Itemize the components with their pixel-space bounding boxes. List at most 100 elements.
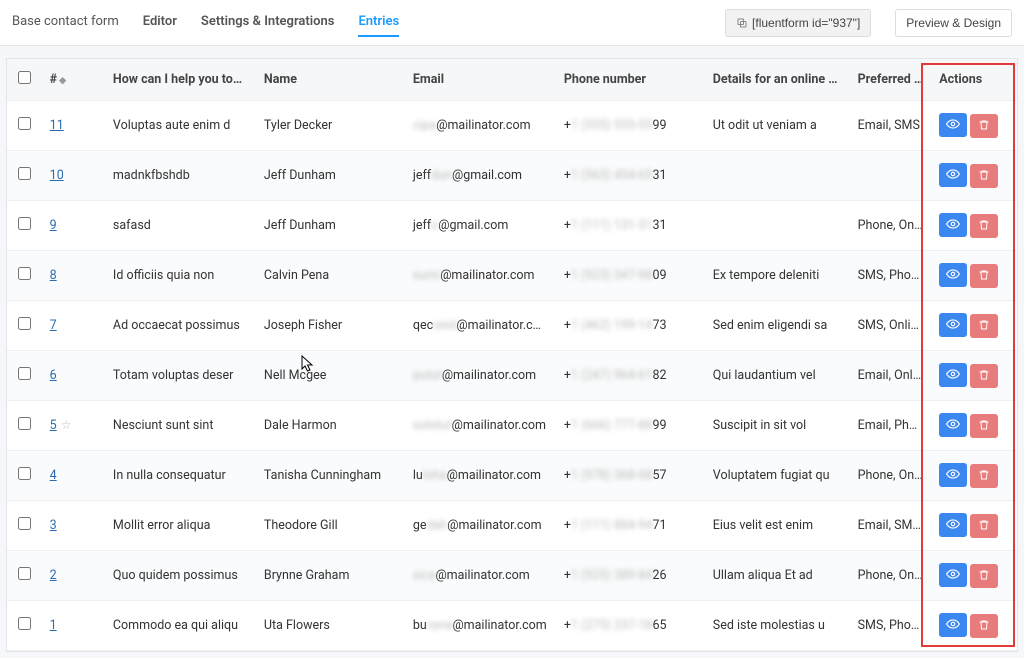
table-row: 1Commodo ea qui aliquUta Flowersbuvyna@m…: [7, 601, 1017, 651]
delete-button[interactable]: [970, 214, 998, 238]
preview-design-button[interactable]: Preview & Design: [895, 9, 1012, 37]
header-id[interactable]: #◆: [42, 59, 105, 101]
cell-help: Mollit error aliqua: [105, 501, 256, 551]
delete-button[interactable]: [970, 114, 998, 138]
entry-id-link[interactable]: 2: [50, 568, 57, 583]
row-checkbox[interactable]: [18, 117, 31, 130]
entry-id-link[interactable]: 5: [50, 418, 57, 433]
phone-suffix: 31: [652, 218, 666, 233]
trash-icon: [978, 319, 990, 334]
email-prefix: bu: [413, 618, 427, 633]
view-button[interactable]: [939, 263, 967, 287]
view-button[interactable]: [939, 113, 967, 137]
view-button[interactable]: [939, 463, 967, 487]
row-checkbox[interactable]: [18, 367, 31, 380]
delete-button[interactable]: [970, 614, 998, 638]
table-row: 8Id officiis quia nonCalvin Penasumi@mai…: [7, 251, 1017, 301]
cell-help: Quo quidem possimus: [105, 551, 256, 601]
view-button[interactable]: [939, 513, 967, 537]
delete-button[interactable]: [970, 564, 998, 588]
cell-preferred: SMS, Phone, O: [850, 601, 932, 651]
entry-id-link[interactable]: 7: [50, 318, 57, 333]
phone-blurred: 1 (111) 884-94: [571, 518, 653, 533]
row-checkbox[interactable]: [18, 217, 31, 230]
cell-preferred: Phone, Online c: [850, 551, 932, 601]
delete-button[interactable]: [970, 414, 998, 438]
eye-icon: [946, 267, 960, 284]
email-suffix: @mailinator.com: [435, 568, 529, 583]
entry-id-link[interactable]: 3: [50, 518, 57, 533]
phone-suffix: 99: [652, 118, 666, 133]
cell-email: sumi@mailinator.com: [405, 251, 556, 301]
view-button[interactable]: [939, 313, 967, 337]
cell-phone: +1 (111) 131-3131: [556, 201, 705, 251]
row-checkbox[interactable]: [18, 317, 31, 330]
view-button[interactable]: [939, 563, 967, 587]
delete-button[interactable]: [970, 164, 998, 188]
phone-prefix: +: [564, 168, 571, 183]
tab-entries[interactable]: Entries: [358, 8, 399, 37]
delete-button[interactable]: [970, 464, 998, 488]
top-tabs-bar: Base contact form Editor Settings & Inte…: [0, 0, 1024, 46]
row-checkbox[interactable]: [18, 567, 31, 580]
entry-id-link[interactable]: 9: [50, 218, 57, 233]
entry-id-link[interactable]: 11: [50, 118, 64, 133]
shortcode-copy-button[interactable]: [fluentform id="937"]: [725, 9, 871, 37]
cell-email: xica@mailinator.com: [405, 551, 556, 601]
view-button[interactable]: [939, 413, 967, 437]
table-row: 3Mollit error aliquaTheodore Gillgedah@m…: [7, 501, 1017, 551]
tab-base-form[interactable]: Base contact form: [12, 8, 119, 37]
phone-suffix: 71: [652, 518, 666, 533]
phone-prefix: +: [564, 318, 571, 333]
entry-id-link[interactable]: 1: [50, 618, 57, 633]
phone-suffix: 26: [652, 568, 666, 583]
view-button[interactable]: [939, 213, 967, 237]
cell-name: Joseph Fisher: [256, 301, 405, 351]
row-checkbox[interactable]: [18, 617, 31, 630]
email-prefix: ge: [413, 518, 427, 533]
email-blurred-prefix: solotut: [413, 418, 452, 433]
phone-blurred: 1 (555) 555-55: [571, 118, 653, 133]
cell-help: In nulla consequatur: [105, 451, 256, 501]
row-checkbox[interactable]: [18, 267, 31, 280]
table-row: 5☆Nesciunt sunt sintDale Harmonsolotut@m…: [7, 401, 1017, 451]
star-icon[interactable]: ☆: [61, 418, 72, 432]
view-button[interactable]: [939, 613, 967, 637]
tab-settings[interactable]: Settings & Integrations: [201, 8, 335, 37]
copy-icon: [736, 17, 748, 29]
eye-icon: [946, 317, 960, 334]
entry-id-link[interactable]: 8: [50, 268, 57, 283]
email-prefix: qec: [413, 318, 433, 333]
select-all-checkbox[interactable]: [18, 71, 31, 84]
cell-email: jeffdun@gmail.com: [405, 151, 556, 201]
header-email: Email: [405, 59, 556, 101]
row-checkbox[interactable]: [18, 467, 31, 480]
cell-phone: +1 (275) 237-1865: [556, 601, 705, 651]
entry-id-link[interactable]: 4: [50, 468, 57, 483]
cell-phone: +1 (247) 964-6182: [556, 351, 705, 401]
email-blurred-prefix: sumi: [413, 268, 440, 283]
email-blurred-prefix: xica: [413, 568, 436, 583]
cell-phone: +1 (978) 368-6857: [556, 451, 705, 501]
phone-prefix: +: [564, 368, 571, 383]
email-blurred-prefix: putut: [413, 368, 442, 383]
cell-help: Id officiis quia non: [105, 251, 256, 301]
cell-email: solotut@mailinator.com: [405, 401, 556, 451]
entry-id-link[interactable]: 6: [50, 368, 57, 383]
view-button[interactable]: [939, 163, 967, 187]
delete-button[interactable]: [970, 364, 998, 388]
phone-blurred: 1 (563) 454-65: [571, 168, 653, 183]
row-checkbox[interactable]: [18, 417, 31, 430]
trash-icon: [978, 219, 990, 234]
delete-button[interactable]: [970, 314, 998, 338]
entry-id-link[interactable]: 10: [50, 168, 64, 183]
delete-button[interactable]: [970, 514, 998, 538]
cell-email: luloha@mailinator.com: [405, 451, 556, 501]
row-checkbox[interactable]: [18, 517, 31, 530]
row-checkbox[interactable]: [18, 167, 31, 180]
delete-button[interactable]: [970, 264, 998, 288]
tab-editor[interactable]: Editor: [143, 8, 177, 37]
view-button[interactable]: [939, 363, 967, 387]
cell-preferred: Email, SMS, On: [850, 501, 932, 551]
email-suffix: @mailinator.com: [447, 518, 541, 533]
